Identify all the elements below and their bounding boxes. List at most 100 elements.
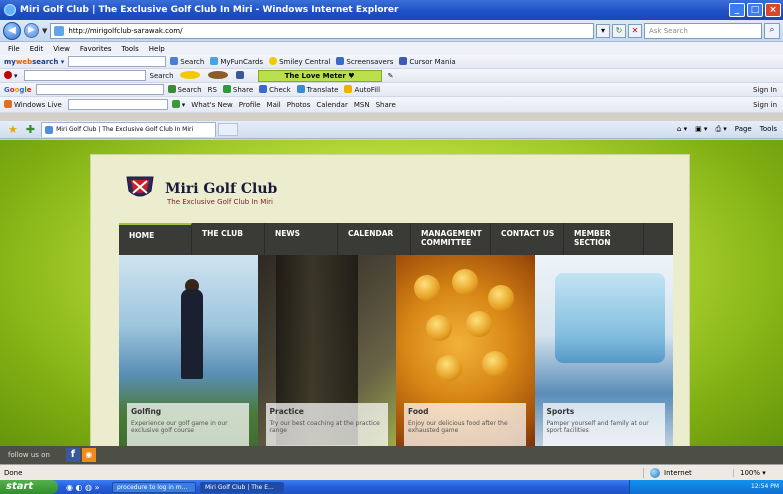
google-rs-button[interactable]: RS — [208, 86, 217, 94]
forward-button[interactable]: ▶ — [24, 23, 39, 38]
new-tab-button[interactable] — [218, 123, 239, 136]
google-signin-link[interactable]: Sign In — [753, 86, 777, 94]
address-dropdown-icon[interactable]: ▾ — [596, 23, 610, 38]
stop-icon[interactable]: ✕ — [628, 23, 642, 38]
address-url[interactable]: http://mirigolfclub-sarawak.com/ — [68, 27, 593, 35]
facebook-icon[interactable]: f — [65, 448, 80, 462]
window-title: Miri Golf Club | The Exclusive Golf Club… — [20, 5, 399, 15]
home-icon[interactable]: ⌂ ▾ — [677, 125, 687, 134]
menu-tools[interactable]: Tools — [122, 45, 139, 53]
back-button[interactable]: ◀ — [3, 21, 21, 40]
live-mail[interactable]: Mail — [267, 101, 281, 109]
pen-icon[interactable]: ✎ — [388, 72, 394, 80]
eyes-icon[interactable] — [207, 71, 230, 80]
nav-contact-us[interactable]: CONTACT US — [491, 223, 564, 255]
print-icon[interactable]: ⎙ ▾ — [715, 125, 726, 134]
status-text: Done — [4, 468, 23, 477]
follow-bar: follow us on f ◉ — [0, 446, 783, 464]
toolbar-heart-icon[interactable]: ▾ — [4, 71, 18, 80]
favorites-star-icon[interactable]: ★ — [8, 123, 18, 136]
zoom-level[interactable]: 100% — [740, 469, 760, 477]
google-translate-button[interactable]: Translate — [296, 85, 338, 94]
food-piece — [466, 311, 492, 337]
nav-the-club[interactable]: THE CLUB — [192, 223, 265, 255]
maximize-button[interactable]: □ — [747, 3, 763, 17]
windows-taskbar: start ◉ ◐ ◍ » procedure to log in m... M… — [0, 480, 783, 494]
nav-home[interactable]: HOME — [119, 223, 192, 255]
rss-icon[interactable]: ◉ — [81, 448, 96, 462]
live-photos[interactable]: Photos — [287, 101, 311, 109]
smiley-search-input[interactable] — [23, 70, 146, 81]
nav-calendar[interactable]: CALENDAR — [338, 223, 411, 255]
history-dropdown-icon[interactable]: ▼ — [42, 27, 47, 35]
menu-view[interactable]: View — [53, 45, 70, 53]
command-bar: ⌂ ▾ ▣ ▾ ⎙ ▾ Page Tools — [677, 125, 777, 134]
screensavers-button[interactable]: Screensavers — [336, 57, 393, 66]
emoticon-icon[interactable] — [179, 71, 202, 80]
live-search-input[interactable] — [67, 99, 168, 110]
search-icon[interactable]: ⌕ — [764, 22, 780, 39]
panel-golfing[interactable]: Golfing Experience our golf game in our … — [119, 255, 258, 453]
panel-food[interactable]: Food Enjoy our delicious food after the … — [396, 255, 535, 453]
nav-member-section[interactable]: MEMBER SECTION — [564, 223, 644, 255]
nav-management-committee[interactable]: MANAGEMENT COMMITTEE — [411, 223, 491, 255]
facebook-toolbar-icon[interactable] — [235, 71, 246, 80]
tray-clock: 12:54 PM — [751, 483, 779, 490]
google-autofill-button[interactable]: AutoFill — [344, 85, 380, 94]
menu-help[interactable]: Help — [149, 45, 165, 53]
mywebsearch-toolbar: mywebsearch ▾ Search MyFunCards Smiley C… — [0, 55, 783, 69]
zone-label: Internet — [664, 468, 692, 477]
google-check-button[interactable]: Check — [259, 85, 291, 94]
love-meter[interactable]: The Love Meter ♥ — [257, 69, 382, 82]
google-logo: Google — [4, 85, 32, 94]
live-search-button[interactable]: ▾ — [171, 100, 185, 109]
tab-miri-golf-club[interactable]: Miri Golf Club | The Exclusive Golf Club… — [41, 122, 217, 137]
task-miri-golf-club[interactable]: Miri Golf Club | The E... — [200, 481, 284, 493]
menu-file[interactable]: File — [8, 45, 20, 53]
zoom-control[interactable]: 100% ▾ — [733, 468, 783, 477]
live-msn[interactable]: MSN — [354, 101, 370, 109]
refresh-icon[interactable]: ↻ — [612, 23, 626, 38]
address-bar[interactable]: http://mirigolfclub-sarawak.com/ — [50, 22, 594, 39]
panel-title: Practice — [269, 407, 304, 416]
google-toolbar: Google Search RS Share Check Translate A… — [0, 83, 783, 97]
address-row: ◀ ▶ ▼ http://mirigolfclub-sarawak.com/ ▾… — [0, 20, 783, 42]
task-procedure[interactable]: procedure to log in m... — [112, 481, 196, 493]
google-search-button[interactable]: Search — [167, 85, 202, 94]
google-share-button[interactable]: Share — [222, 85, 253, 94]
menu-edit[interactable]: Edit — [30, 45, 44, 53]
site-tagline: The Exclusive Golf Club In Miri — [167, 198, 273, 206]
add-favorites-icon[interactable]: ✚ — [26, 123, 35, 136]
cursor-mania-button[interactable]: Cursor Mania — [399, 57, 456, 66]
panel-caption: Golfing Experience our golf game in our … — [127, 403, 249, 447]
menu-favorites[interactable]: Favorites — [80, 45, 112, 53]
live-whats-new[interactable]: What's New — [191, 101, 232, 109]
food-piece — [482, 351, 508, 377]
myfuncards-button[interactable]: MyFunCards — [210, 57, 263, 66]
feeds-icon[interactable]: ▣ ▾ — [695, 125, 707, 134]
live-share[interactable]: Share — [376, 101, 396, 109]
minimize-button[interactable]: _ — [729, 3, 745, 17]
panel-practice[interactable]: Practice Try our best coaching at the pr… — [257, 255, 396, 453]
nav-news[interactable]: NEWS — [265, 223, 338, 255]
club-crest-icon — [126, 176, 154, 197]
page-menu[interactable]: Page — [735, 125, 752, 134]
smiley-search-button[interactable]: Search — [150, 72, 174, 80]
panel-sports[interactable]: Sports Pamper yourself and family at our… — [534, 255, 673, 453]
tools-menu[interactable]: Tools — [760, 125, 777, 134]
live-profile[interactable]: Profile — [239, 101, 261, 109]
live-signin-link[interactable]: Sign in — [753, 101, 777, 109]
panel-caption: Food Enjoy our delicious food after the … — [404, 403, 526, 447]
search-input[interactable]: Ask Search — [644, 22, 762, 39]
site-container: Miri Golf Club The Exclusive Golf Club I… — [90, 154, 690, 454]
smiley-central-button[interactable]: Smiley Central — [269, 57, 330, 66]
toolbar-search-button[interactable]: Search — [170, 57, 204, 66]
quick-launch[interactable]: ◉ ◐ ◍ » — [58, 483, 108, 492]
mywebsearch-input[interactable] — [68, 56, 167, 67]
google-search-input[interactable] — [35, 84, 164, 95]
food-piece — [414, 275, 440, 301]
start-button[interactable]: start — [0, 480, 58, 494]
live-calendar[interactable]: Calendar — [316, 101, 347, 109]
close-button[interactable]: × — [765, 3, 781, 17]
panel-title: Food — [408, 407, 429, 416]
